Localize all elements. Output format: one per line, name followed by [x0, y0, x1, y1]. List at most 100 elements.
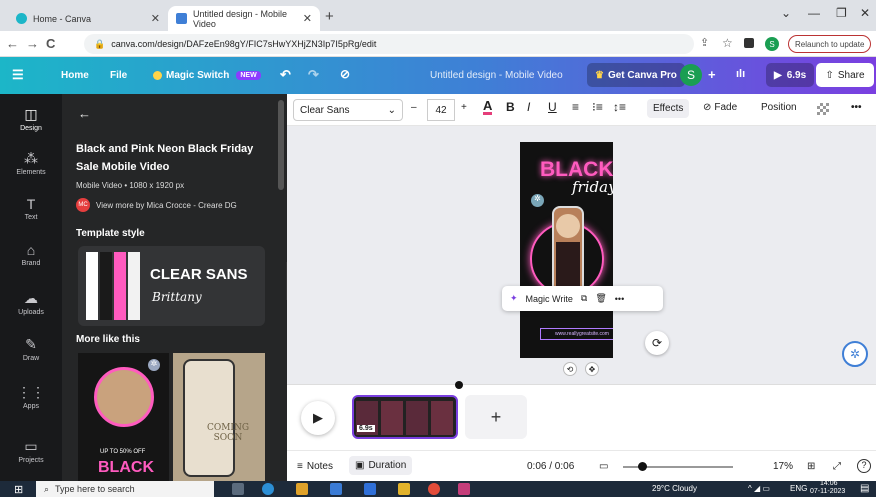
- rail-item-projects[interactable]: ▭ Projects: [0, 438, 62, 464]
- font-select[interactable]: Clear Sans ⌄: [293, 99, 403, 121]
- help-button[interactable]: ?: [857, 459, 871, 473]
- task-view-icon[interactable]: [232, 483, 244, 495]
- new-tab-button[interactable]: +: [325, 8, 334, 25]
- magic-write-button[interactable]: Magic Write: [526, 294, 573, 304]
- minimize-icon[interactable]: —: [808, 6, 820, 20]
- rail-item-apps[interactable]: ⋮⋮ Apps: [0, 384, 62, 410]
- relaunch-button[interactable]: Relaunch to update: [788, 35, 872, 53]
- home-button[interactable]: Home: [61, 70, 89, 81]
- rail-item-uploads[interactable]: ☁ Uploads: [0, 290, 62, 316]
- file-explorer-icon[interactable]: [398, 483, 410, 495]
- document-title[interactable]: Untitled design - Mobile Video: [430, 70, 563, 81]
- template-thumbnail[interactable]: COMING SOON: [173, 353, 265, 481]
- design-url-text[interactable]: www.reallygreatsite.com: [540, 328, 613, 340]
- duration-button[interactable]: ▣ Duration: [349, 456, 413, 475]
- windows-start-icon[interactable]: ⊞: [14, 483, 23, 496]
- zoom-slider-knob[interactable]: [637, 462, 647, 471]
- zoom-slider[interactable]: [623, 462, 733, 471]
- bookmark-star-icon[interactable]: ☆: [722, 36, 733, 50]
- app-icon[interactable]: [458, 483, 470, 495]
- store-icon[interactable]: [330, 483, 342, 495]
- position-button[interactable]: Position: [761, 102, 797, 113]
- panel-scrollbar[interactable]: [278, 100, 284, 190]
- magic-assistant-icon[interactable]: ✲: [842, 341, 868, 367]
- notifications-icon[interactable]: ▤: [860, 483, 869, 494]
- rotate-icon[interactable]: ⟳: [645, 331, 669, 355]
- close-tab-icon[interactable]: ✕: [303, 12, 312, 25]
- italic-button[interactable]: I: [527, 100, 530, 114]
- cloud-saved-icon[interactable]: ⊘: [340, 67, 350, 81]
- edge-browser-icon[interactable]: [262, 483, 274, 495]
- tray-icons[interactable]: ^ ◢ ▭: [748, 484, 770, 493]
- url-input[interactable]: 🔒 canva.com/design/DAFzeEn98gY/FIC7sHwYX…: [84, 34, 694, 54]
- grid-view-icon[interactable]: ⊞: [807, 461, 815, 472]
- rail-item-elements[interactable]: ⁂ Elements: [0, 150, 62, 176]
- reload-icon[interactable]: C: [46, 36, 55, 51]
- close-tab-icon[interactable]: ✕: [151, 12, 160, 25]
- tab-untitled-design[interactable]: Untitled design - Mobile Video ✕: [168, 6, 320, 31]
- effects-button[interactable]: Effects: [647, 99, 690, 118]
- file-menu-button[interactable]: File: [110, 70, 127, 81]
- avatar[interactable]: S: [680, 64, 702, 86]
- template-style-card[interactable]: CLEAR SANS Brittany: [78, 246, 265, 326]
- duplicate-icon[interactable]: ⧉: [581, 293, 587, 304]
- underline-button[interactable]: U: [548, 100, 557, 114]
- back-arrow-icon[interactable]: ←: [78, 106, 91, 121]
- list-icon[interactable]: ⁝≡: [592, 100, 603, 114]
- rail-item-draw[interactable]: ✎ Draw: [0, 336, 62, 362]
- magic-switch-button[interactable]: Magic Switch NEW: [153, 70, 261, 81]
- bold-button[interactable]: B: [506, 100, 515, 114]
- zoom-level[interactable]: 17%: [773, 461, 793, 472]
- fullscreen-icon[interactable]: ⤢: [833, 461, 841, 472]
- mail-icon[interactable]: [364, 483, 376, 495]
- clock-time[interactable]: 14:06: [820, 480, 838, 487]
- notes-button[interactable]: ≡ Notes: [297, 461, 333, 472]
- language-indicator[interactable]: ENG: [790, 484, 807, 493]
- tab-home-canva[interactable]: Home - Canva ✕: [8, 6, 168, 31]
- playhead[interactable]: [455, 381, 463, 389]
- font-size-input[interactable]: 42: [427, 99, 455, 121]
- back-icon[interactable]: ←: [6, 36, 19, 51]
- design-friday-text[interactable]: friday: [572, 178, 613, 196]
- window-close-icon[interactable]: ✕: [860, 6, 870, 20]
- fullscreen-preview-icon[interactable]: ▭: [599, 461, 608, 472]
- insights-chart-icon[interactable]: ılı: [736, 68, 745, 80]
- more-options-button[interactable]: •••: [851, 102, 862, 113]
- template-thumbnail[interactable]: ✲ UP TO 50% OFF BLACK: [78, 353, 169, 481]
- get-canva-pro-button[interactable]: ♛ Get Canva Pro: [587, 63, 685, 87]
- decrease-size-button[interactable]: –: [411, 102, 417, 113]
- weather-text[interactable]: 29°C Cloudy: [652, 484, 697, 493]
- share-button[interactable]: ⇧ Share: [816, 63, 874, 87]
- add-collaborator-icon[interactable]: +: [708, 67, 716, 82]
- spacing-icon[interactable]: ↕≡: [613, 100, 626, 114]
- redo-icon[interactable]: ↷: [308, 67, 319, 83]
- hamburger-icon[interactable]: ☰: [12, 67, 24, 83]
- video-clip[interactable]: 6.9s: [352, 395, 458, 439]
- fade-animation-button[interactable]: ⊘ Fade: [703, 102, 737, 113]
- profile-avatar[interactable]: S: [765, 37, 779, 51]
- taskbar-search-input[interactable]: ⌕ Type here to search: [36, 481, 214, 497]
- chrome-icon[interactable]: [428, 483, 440, 495]
- present-play-button[interactable]: ▶ 6.9s: [766, 63, 815, 87]
- rail-item-brand[interactable]: ⌂ Brand: [0, 242, 62, 267]
- design-page[interactable]: BLACK friday ✲ ✲ www.reallygreatsite.com: [520, 142, 613, 358]
- creator-link[interactable]: MC View more by Mica Crocce - Creare DG: [76, 198, 237, 212]
- move-icon[interactable]: ✥: [585, 362, 599, 376]
- undo-icon[interactable]: ↶: [280, 67, 291, 83]
- delete-icon[interactable]: 🗑: [595, 293, 606, 304]
- sidepanel-icon[interactable]: [744, 38, 754, 48]
- more-icon[interactable]: •••: [615, 294, 624, 304]
- align-icon[interactable]: ≡: [572, 100, 579, 114]
- clock-date[interactable]: 07-11-2023: [810, 488, 845, 495]
- tab-search-chevron-icon[interactable]: ⌄: [781, 6, 791, 20]
- rail-item-design[interactable]: ◫ Design: [0, 106, 62, 132]
- restore-icon[interactable]: ❐: [836, 6, 847, 20]
- vlc-icon[interactable]: [296, 483, 308, 495]
- increase-size-button[interactable]: +: [461, 102, 467, 113]
- timeline-play-button[interactable]: ▶: [301, 401, 335, 435]
- add-page-button[interactable]: +: [465, 395, 527, 439]
- share-page-icon[interactable]: ⇪: [700, 36, 709, 49]
- text-color-button[interactable]: A: [483, 99, 493, 115]
- rotate-page-icon[interactable]: ⟲: [563, 362, 577, 376]
- rail-item-text[interactable]: T Text: [0, 196, 62, 221]
